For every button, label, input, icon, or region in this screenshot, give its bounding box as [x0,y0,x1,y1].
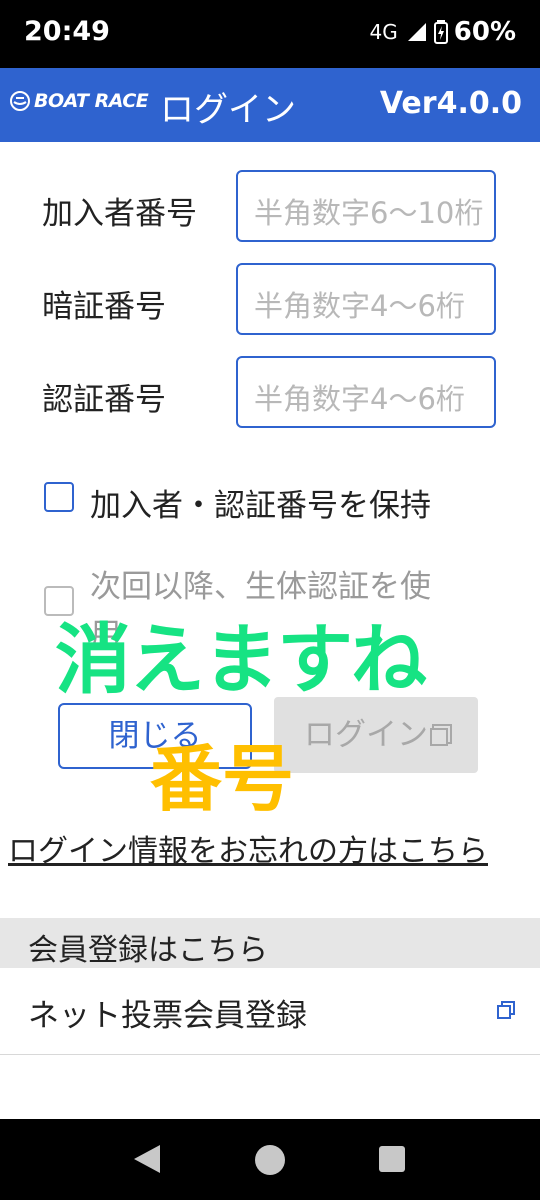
back-icon[interactable] [132,1143,162,1175]
registration-header-label: 会員登録はこちら [28,933,268,968]
pin-label: 暗証番号 [42,289,166,325]
overlay-text-green: 消えますね [55,615,427,704]
battery-icon [433,20,448,44]
auth-number-label: 認証番号 [42,382,166,418]
version-label: Ver4.0.0 [379,86,522,121]
keep-number-label: 加入者・認証番号を保持 [90,488,431,524]
login-button[interactable]: ログイン [274,697,478,773]
network-type: 4G [369,20,398,44]
app-bar: BOAT RACE ログイン Ver4.0.0 [0,68,540,142]
status-time: 20:49 [24,16,110,47]
boatrace-logo: BOAT RACE [10,90,149,112]
login-button-label: ログイン [304,717,428,753]
member-number-label: 加入者番号 [42,196,197,232]
pin-input[interactable]: 半角数字4〜6桁 [236,263,496,335]
registration-section-header: 会員登録はこちら [0,918,540,968]
external-link-icon [430,727,448,746]
member-number-input[interactable]: 半角数字6〜10桁 [236,170,496,242]
status-bar: 20:49 4G 60% [0,0,540,68]
auth-number-input[interactable]: 半角数字4〜6桁 [236,356,496,428]
page-title: ログイン [160,90,296,130]
logo-text: BOAT RACE [34,90,149,112]
status-icons: 4G 60% [370,17,516,47]
system-navigation-bar [0,1119,540,1200]
overlay-text-yellow: 番号 [150,737,295,821]
external-link-icon [497,1001,515,1019]
net-vote-registration-label: ネット投票会員登録 [28,998,307,1034]
battery-level: 60% [453,17,516,47]
signal-icon [407,23,426,41]
home-icon[interactable] [254,1144,286,1176]
boat-logo-icon [10,91,30,111]
keep-number-checkbox[interactable] [44,482,74,512]
forgot-login-link[interactable]: ログイン情報をお忘れの方はこちら [8,826,488,870]
net-vote-registration-item[interactable]: ネット投票会員登録 [0,968,540,1055]
recents-icon[interactable] [378,1145,406,1173]
